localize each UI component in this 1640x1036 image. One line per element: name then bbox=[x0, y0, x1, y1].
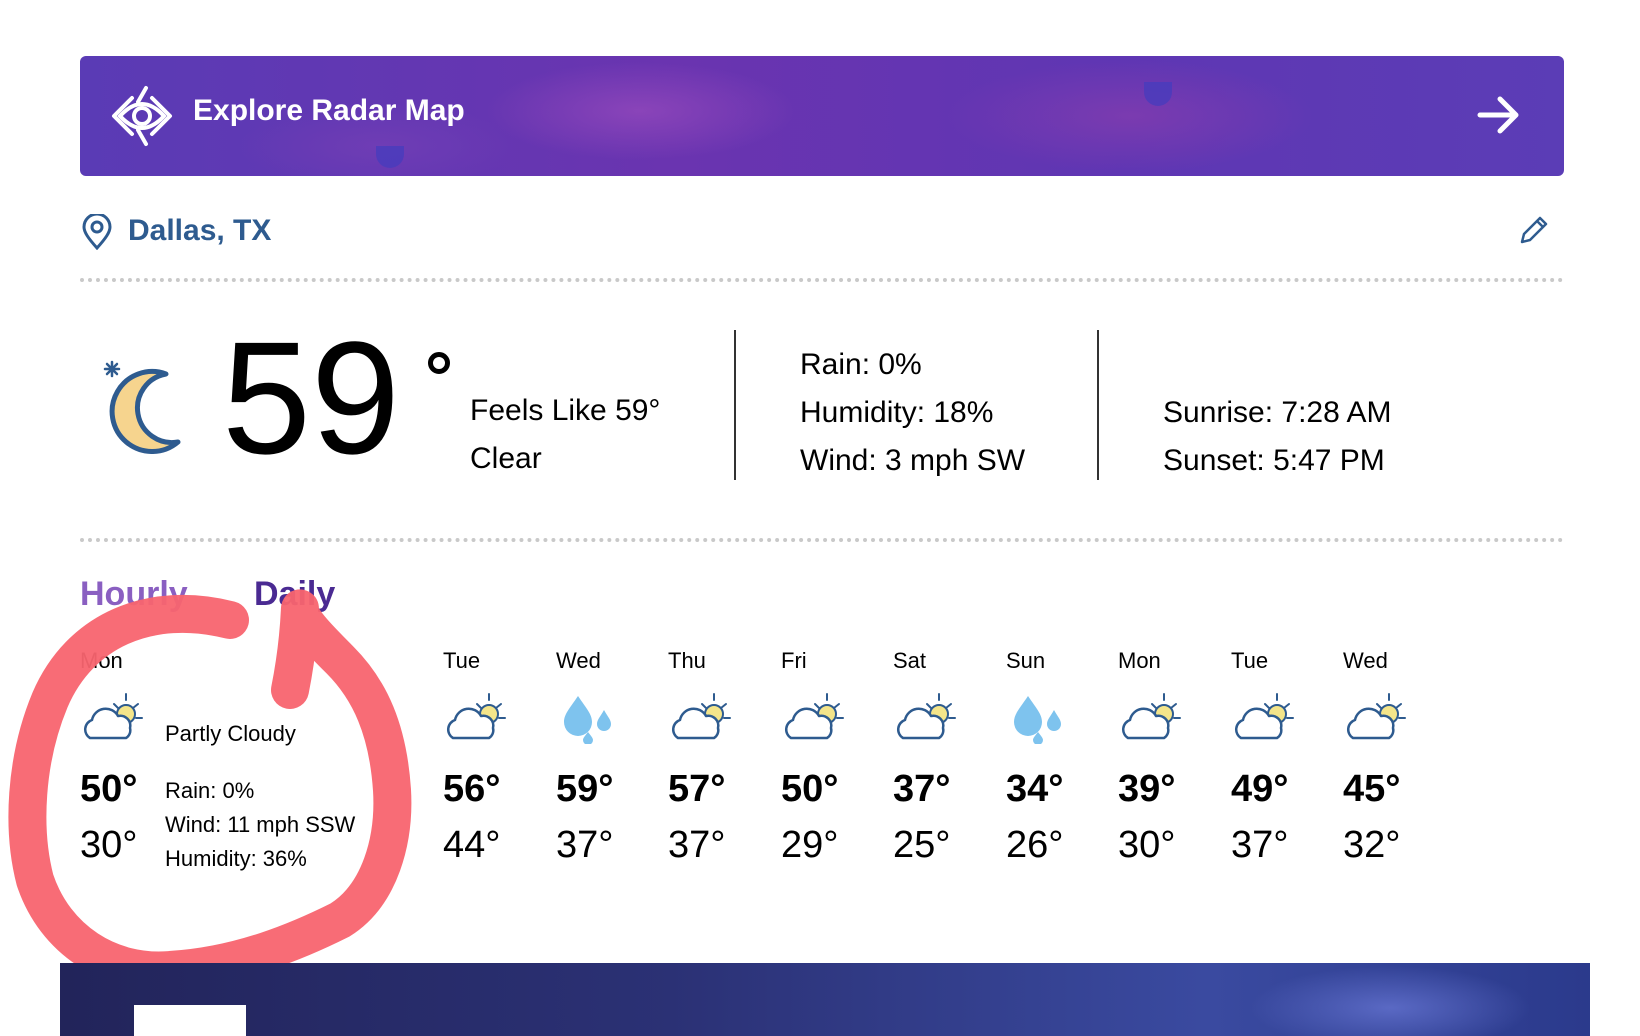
pencil-icon[interactable] bbox=[1516, 214, 1550, 248]
sunset: Sunset: 5:47 PM bbox=[1163, 444, 1385, 477]
forecast-high: 37° bbox=[893, 768, 951, 810]
arrow-right-icon[interactable] bbox=[1476, 92, 1522, 138]
sunrise: Sunrise: 7:28 AM bbox=[1163, 396, 1392, 429]
rain-drops-icon bbox=[564, 696, 611, 744]
forecast-day-name: Sun bbox=[1006, 648, 1046, 673]
forecast-low: 30° bbox=[1118, 824, 1176, 866]
bottom-image-cutout bbox=[134, 1005, 246, 1036]
forecast-low: 37° bbox=[1231, 824, 1289, 866]
divider-top bbox=[80, 278, 1564, 282]
forecast-low: 32° bbox=[1343, 824, 1401, 866]
today-day: Mon bbox=[80, 648, 123, 673]
forecast-day-name: Sat bbox=[893, 648, 927, 673]
forecast-high: 57° bbox=[668, 768, 726, 810]
forecast-low: 44° bbox=[443, 824, 501, 866]
forecast-high: 45° bbox=[1343, 768, 1401, 810]
forecast-day-name: Fri bbox=[781, 648, 807, 673]
forecast-high: 34° bbox=[1006, 768, 1064, 810]
forecast-high: 49° bbox=[1231, 768, 1289, 810]
partly-cloudy-icon bbox=[896, 693, 956, 740]
today-rain: Rain: 0% bbox=[165, 778, 255, 803]
location-row: Dallas, TX bbox=[80, 210, 1564, 254]
forecast-high: 50° bbox=[781, 768, 839, 810]
radar-title: Explore Radar Map bbox=[193, 94, 465, 127]
today-low: 30° bbox=[80, 824, 138, 866]
feels-like: Feels Like 59° bbox=[470, 394, 661, 427]
partly-cloudy-icon bbox=[784, 693, 844, 740]
highway-shield-decoration bbox=[1144, 82, 1172, 106]
partly-cloudy-icon bbox=[1234, 693, 1294, 740]
location-name[interactable]: Dallas, TX bbox=[128, 214, 271, 248]
forecast-low: 25° bbox=[893, 824, 951, 866]
forecast-day-name: Wed bbox=[556, 648, 601, 673]
forecast-day-name: Thu bbox=[668, 648, 706, 673]
forecast-day-name: Wed bbox=[1343, 648, 1388, 673]
partly-cloudy-icon bbox=[1121, 693, 1181, 740]
location-pin-icon bbox=[82, 214, 112, 250]
forecast-low: 29° bbox=[781, 824, 839, 866]
divider-vertical bbox=[734, 330, 736, 480]
forecast-day-name: Mon bbox=[1118, 648, 1161, 673]
current-wind: Wind: 3 mph SW bbox=[800, 444, 1026, 477]
bottom-image-banner bbox=[60, 963, 1590, 1036]
forecast-low: 37° bbox=[556, 824, 614, 866]
radar-eye-icon bbox=[112, 86, 172, 146]
current-humidity: Humidity: 18% bbox=[800, 396, 994, 429]
forecast-low: 37° bbox=[668, 824, 726, 866]
partly-cloudy-icon bbox=[1346, 693, 1406, 740]
forecast-day-name: Tue bbox=[443, 648, 481, 673]
highway-shield-decoration bbox=[376, 146, 404, 168]
current-condition: Clear bbox=[470, 442, 542, 475]
forecast-low: 26° bbox=[1006, 824, 1064, 866]
forecast-high: 59° bbox=[556, 768, 614, 810]
today-humidity: Humidity: 36% bbox=[165, 846, 307, 871]
divider-middle bbox=[80, 538, 1564, 542]
rain-drops-icon bbox=[1014, 696, 1061, 744]
partly-cloudy-icon bbox=[671, 693, 731, 740]
partly-cloudy-icon bbox=[83, 693, 143, 740]
today-condition: Partly Cloudy bbox=[165, 721, 296, 746]
current-rain: Rain: 0% bbox=[800, 348, 922, 381]
today-wind: Wind: 11 mph SSW bbox=[165, 812, 356, 837]
current-temperature: 59 bbox=[222, 308, 400, 487]
tab-daily[interactable]: Daily bbox=[254, 575, 335, 614]
partly-cloudy-icon bbox=[446, 693, 506, 740]
tab-hourly[interactable]: Hourly bbox=[80, 575, 188, 614]
degree-symbol bbox=[428, 352, 450, 374]
today-high: 50° bbox=[80, 768, 138, 810]
forecast-high: 56° bbox=[443, 768, 501, 810]
forecast-high: 39° bbox=[1118, 768, 1176, 810]
divider-vertical bbox=[1097, 330, 1099, 480]
moon-icon bbox=[103, 360, 181, 454]
forecast-day-name: Tue bbox=[1231, 648, 1269, 673]
explore-radar-banner[interactable]: Explore Radar Map bbox=[80, 56, 1564, 176]
